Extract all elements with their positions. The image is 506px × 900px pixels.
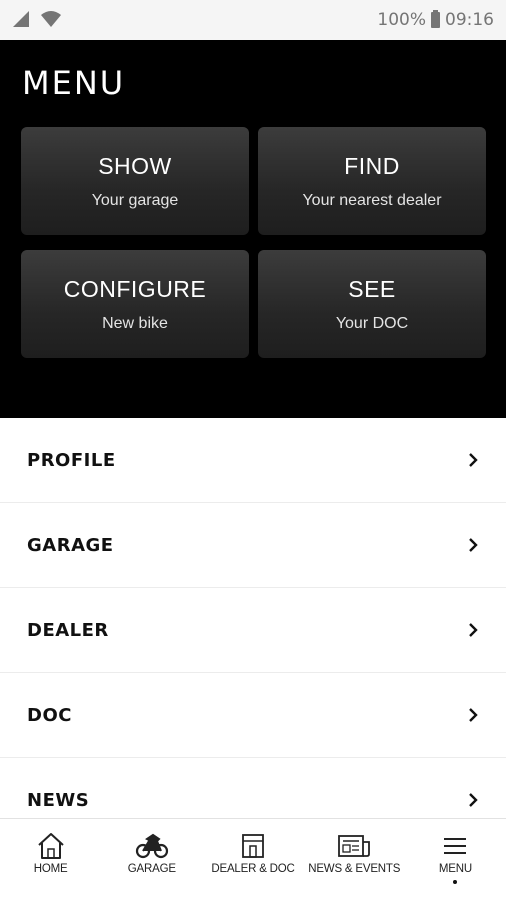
bottom-navigation: HOME GARAGE DEALER & DOC NEWS & EVENTS M…: [0, 818, 506, 900]
status-icons-right: 100% 09:16: [377, 10, 494, 30]
find-dealer-tile[interactable]: FIND Your nearest dealer: [258, 127, 486, 235]
active-indicator-dot: [453, 880, 458, 884]
nav-label: MENU: [438, 863, 472, 875]
chevron-right-icon: [468, 537, 480, 553]
nav-label: DEALER & DOC: [211, 863, 295, 875]
tile-subtitle: Your nearest dealer: [302, 192, 442, 209]
nav-label: HOME: [33, 863, 68, 875]
menu-item-label: NEWS: [27, 789, 90, 811]
battery-percent: 100%: [377, 10, 426, 30]
tile-subtitle: Your garage: [91, 192, 179, 209]
nav-news-events[interactable]: NEWS & EVENTS: [304, 819, 405, 900]
tile-title: SHOW: [98, 153, 172, 179]
tile-title: CONFIGURE: [63, 276, 207, 302]
signal-icon: [12, 10, 30, 32]
menu-item-doc[interactable]: DOC: [0, 673, 506, 758]
newspaper-icon: [337, 832, 371, 860]
status-icons-left: [12, 10, 62, 32]
chevron-right-icon: [468, 792, 480, 808]
wifi-icon: [40, 10, 62, 32]
nav-home[interactable]: HOME: [0, 819, 101, 900]
nav-garage[interactable]: GARAGE: [101, 819, 202, 900]
hamburger-icon: [443, 832, 467, 860]
show-garage-tile[interactable]: SHOW Your garage: [21, 127, 249, 235]
menu-item-profile[interactable]: PROFILE: [0, 418, 506, 503]
status-bar: 100% 09:16: [0, 0, 506, 40]
nav-label: NEWS & EVENTS: [308, 863, 401, 875]
nav-label: GARAGE: [127, 863, 176, 875]
menu-item-dealer[interactable]: DEALER: [0, 588, 506, 673]
tile-subtitle: New bike: [102, 315, 168, 332]
nav-dealer-doc[interactable]: DEALER & DOC: [202, 819, 303, 900]
dealer-icon: [241, 832, 265, 860]
home-icon: [36, 832, 66, 860]
motorbike-icon: [135, 832, 169, 860]
nav-menu[interactable]: MENU: [405, 819, 506, 900]
menu-hero: MENU SHOW Your garage FIND Your nearest …: [0, 40, 506, 418]
chevron-right-icon: [468, 452, 480, 468]
tile-title: FIND: [344, 153, 400, 179]
menu-item-label: DEALER: [27, 619, 109, 641]
see-doc-tile[interactable]: SEE Your DOC: [258, 250, 486, 358]
chevron-right-icon: [468, 622, 480, 638]
battery-icon: [431, 10, 440, 28]
menu-list: PROFILE GARAGE DEALER DOC NEWS: [0, 418, 506, 843]
menu-item-garage[interactable]: GARAGE: [0, 503, 506, 588]
menu-item-label: DOC: [27, 704, 72, 726]
page-title: MENU: [22, 64, 126, 102]
tile-subtitle: Your DOC: [335, 315, 409, 332]
tile-title: SEE: [348, 276, 396, 302]
menu-item-label: GARAGE: [27, 534, 114, 556]
configure-bike-tile[interactable]: CONFIGURE New bike: [21, 250, 249, 358]
clock: 09:16: [445, 10, 494, 30]
menu-item-label: PROFILE: [27, 449, 116, 471]
chevron-right-icon: [468, 707, 480, 723]
